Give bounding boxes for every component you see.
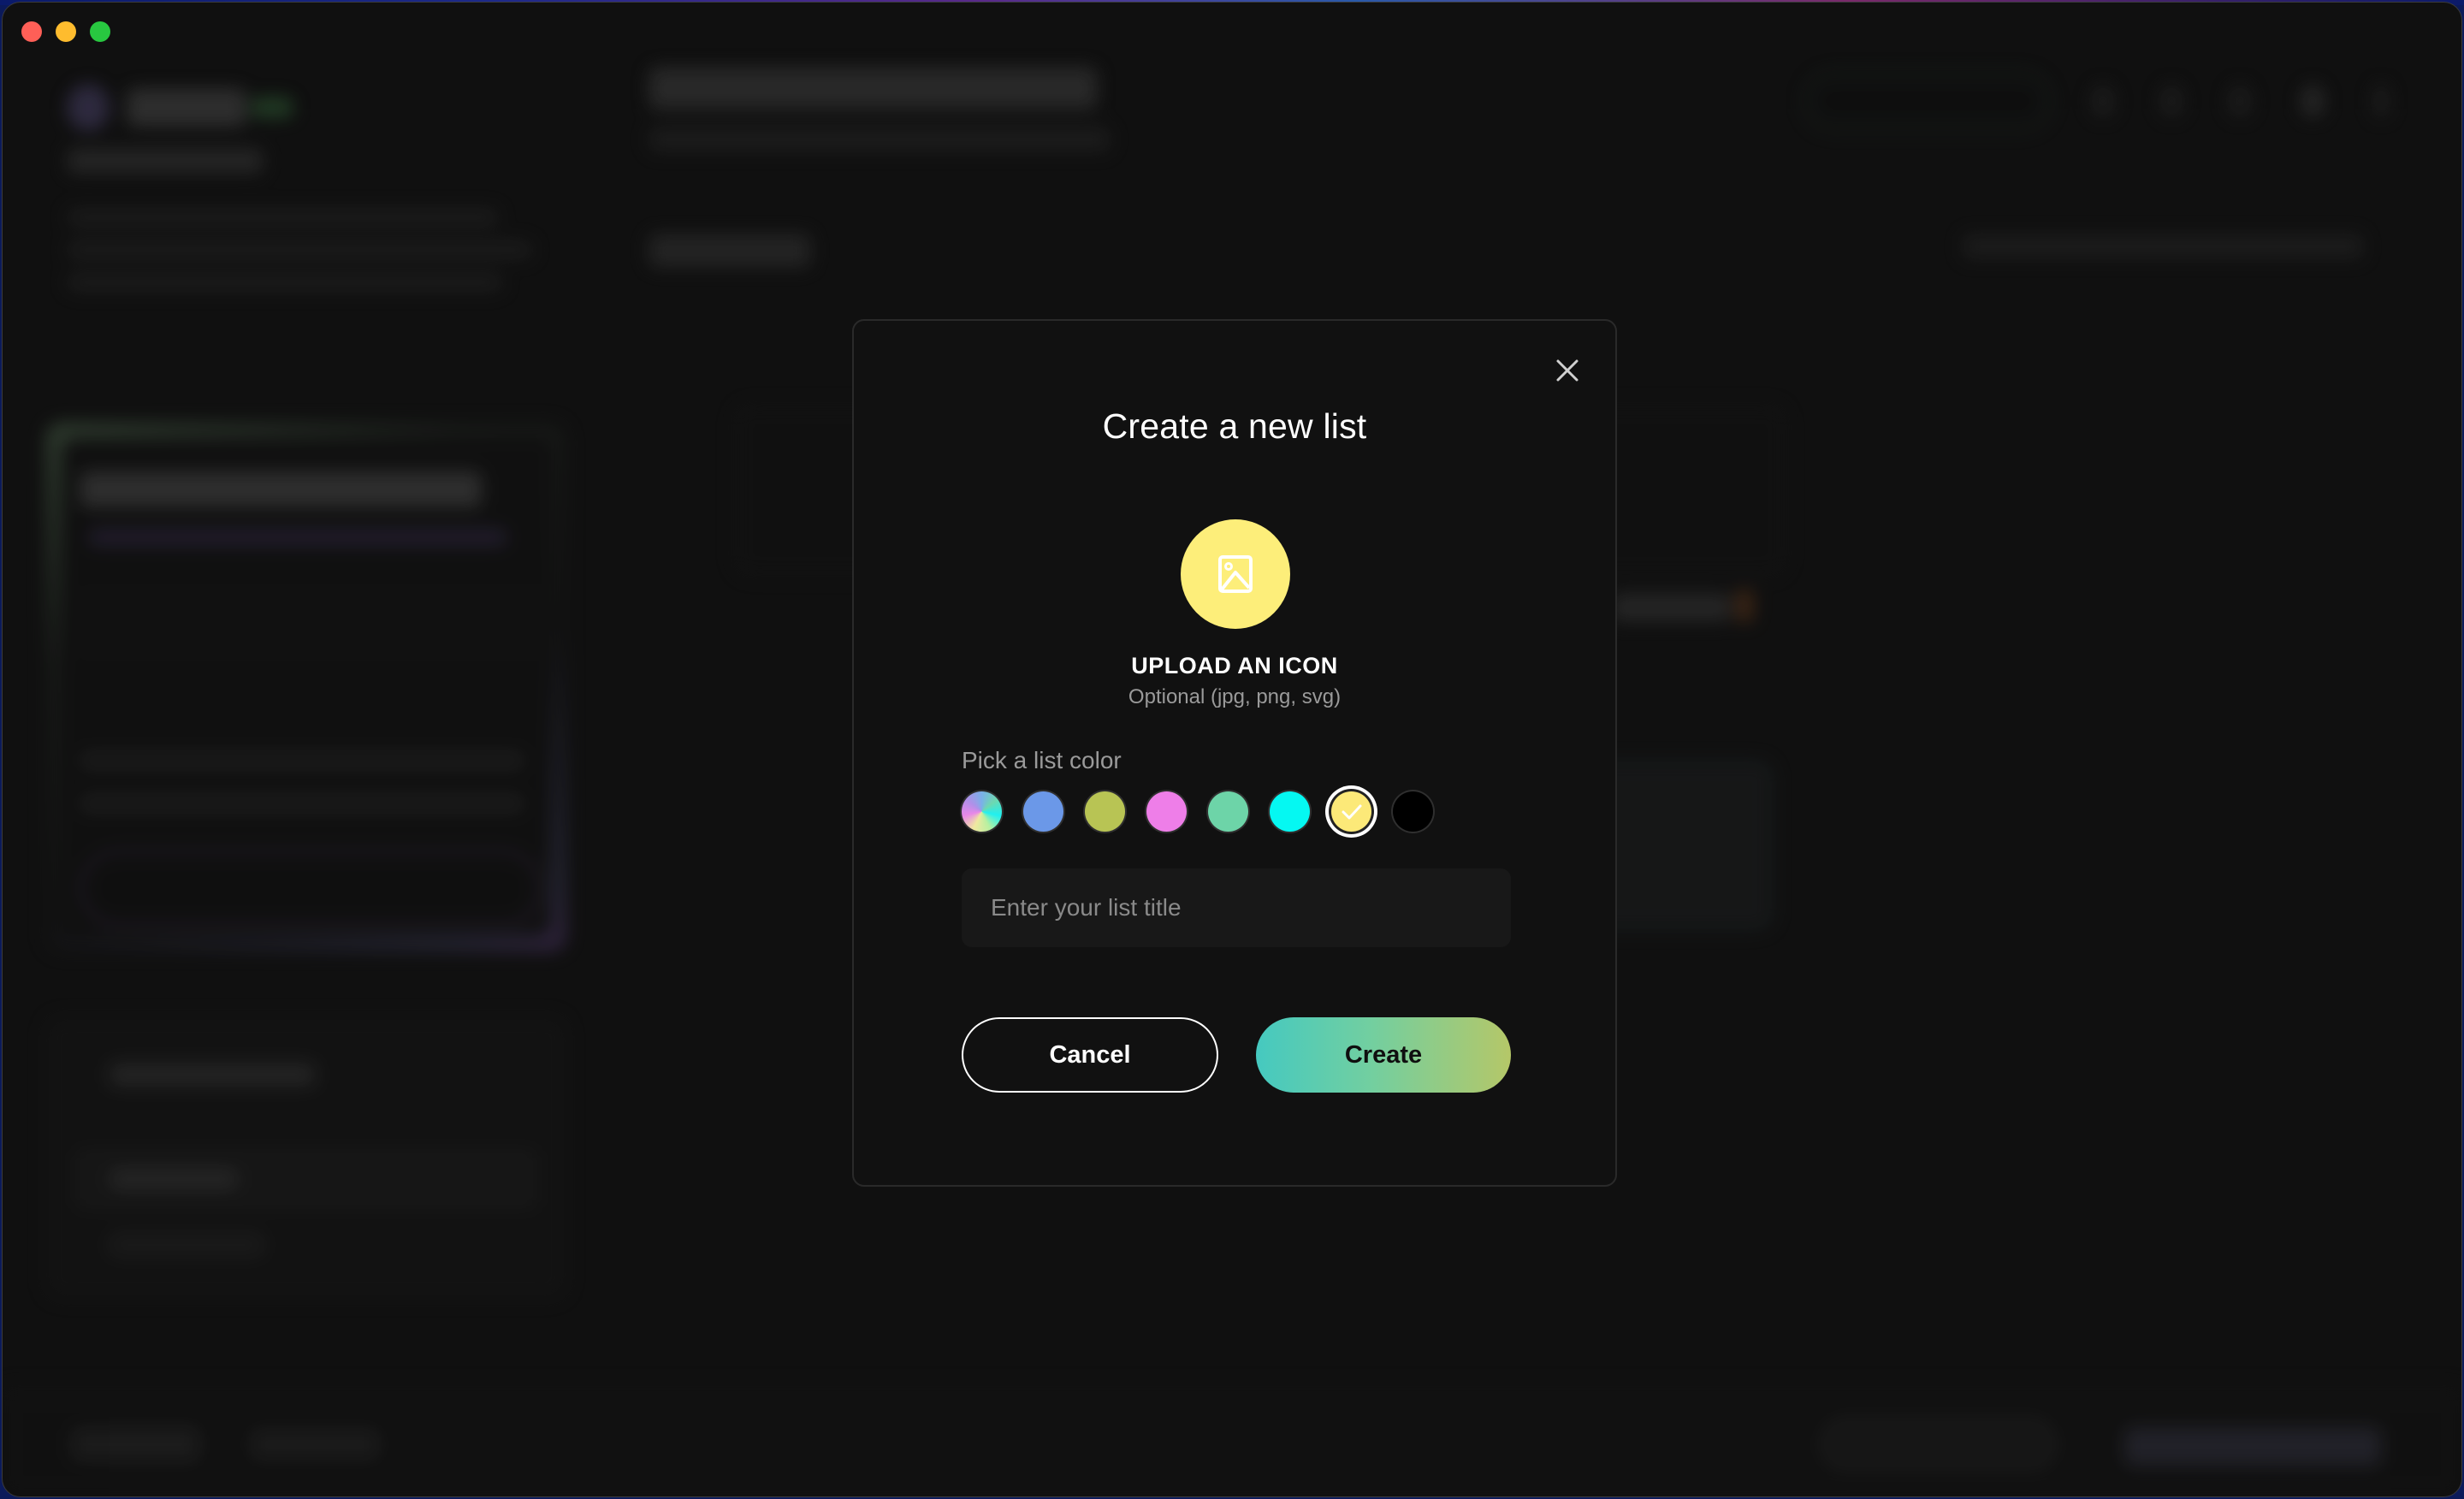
upload-icon-button[interactable] xyxy=(1181,519,1290,629)
cancel-button[interactable]: Cancel xyxy=(962,1017,1218,1093)
color-swatch-yellow[interactable] xyxy=(1331,791,1371,832)
app-window: Create a new list UPLOAD AN ICON Optiona… xyxy=(2,2,2462,1497)
color-swatch-rainbow[interactable] xyxy=(962,791,1002,832)
close-icon xyxy=(1556,359,1578,382)
window-close-button[interactable] xyxy=(21,21,42,42)
upload-hint: Optional (jpg, png, svg) xyxy=(1128,685,1342,708)
window-maximize-button[interactable] xyxy=(90,21,110,42)
create-button[interactable]: Create xyxy=(1256,1017,1511,1093)
upload-label: UPLOAD AN ICON xyxy=(1131,653,1338,678)
color-swatch-cyan[interactable] xyxy=(1270,791,1310,832)
color-swatch-black[interactable] xyxy=(1393,791,1433,832)
color-swatch-olive[interactable] xyxy=(1085,791,1125,832)
close-button[interactable] xyxy=(1550,353,1584,388)
color-swatch-pink[interactable] xyxy=(1146,791,1187,832)
modal-title: Create a new list xyxy=(1102,406,1367,446)
create-list-modal: Create a new list UPLOAD AN ICON Optiona… xyxy=(852,319,1617,1187)
color-swatch-blue[interactable] xyxy=(1023,791,1063,832)
color-swatch-mint[interactable] xyxy=(1208,791,1248,832)
list-title-input[interactable] xyxy=(962,868,1511,947)
window-minimize-button[interactable] xyxy=(56,21,76,42)
window-controls xyxy=(21,21,110,42)
image-icon xyxy=(1218,555,1253,593)
color-picker xyxy=(962,791,1433,832)
color-picker-label: Pick a list color xyxy=(962,747,1122,773)
checkmark-icon xyxy=(1342,804,1361,819)
